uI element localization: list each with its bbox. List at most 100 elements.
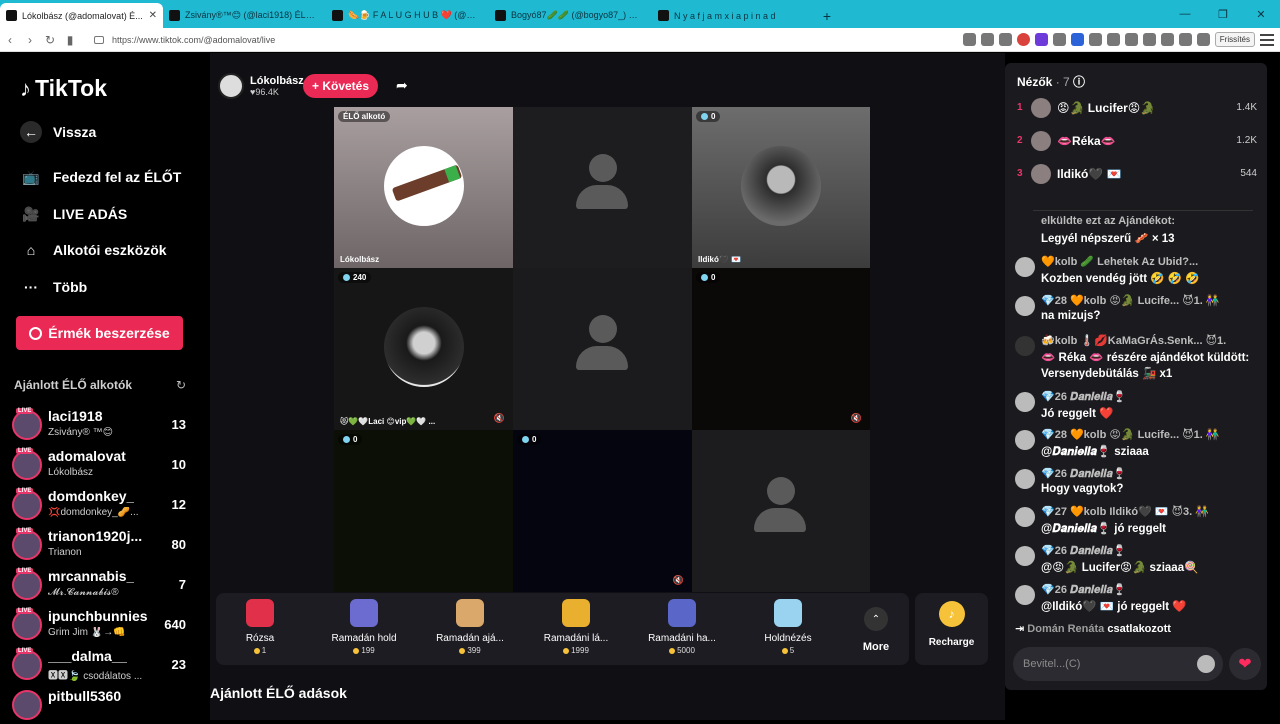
sidebar-item-more[interactable]: ··· Több [20,276,87,298]
avatar [12,490,42,520]
recommended-creator[interactable]: LIVE adomalovat Lókolbász 10 [12,448,192,484]
browser-tab[interactable]: 🌭🍺 F A L U G H U B ❤️ (@gabor [326,3,489,28]
info-icon[interactable]: ⓘ [1073,75,1085,89]
wallet-icon[interactable] [1196,33,1210,46]
guest-slot[interactable]: 0 Ildikó🖤 💌 [692,107,870,268]
back-link[interactable]: ← Vissza [20,121,96,143]
sausage-image [391,163,462,202]
close-icon[interactable]: ✕ [149,10,157,21]
mic-muted-icon: 🔇 [672,575,684,585]
minimize-icon[interactable]: — [1166,0,1204,28]
refresh-button[interactable]: Frissítés [1214,32,1255,47]
avatar [1015,469,1035,489]
close-window-icon[interactable]: ✕ [1242,0,1280,28]
palace-icon [668,599,696,627]
back-arrow-icon[interactable]: ‹ [0,33,20,47]
telescope-icon [774,599,802,627]
gift-item[interactable]: Ramadáni ha... 5000 [642,599,722,655]
extension-icon[interactable] [1052,33,1066,46]
guest-slot[interactable] [692,430,870,592]
sidebar-item-explore-live[interactable]: 📺 Fedezd fel az ÉLŐT [20,166,181,188]
host-info[interactable]: Lókolbász ♥96.4K [218,73,304,99]
tiktok-favicon-icon [332,10,343,21]
guest-slot[interactable]: 0 [334,430,513,592]
guest-slot[interactable]: 0 🔇 [513,430,692,592]
forward-arrow-icon[interactable]: › [20,33,40,47]
extension-icon[interactable] [1088,33,1102,46]
emoji-icon[interactable] [1197,655,1215,673]
extension-icon[interactable] [962,33,976,46]
gift-count-badge: 0 [696,272,721,283]
recommended-creator[interactable]: LIVE trianon1920j... Trianon 80 [12,528,192,564]
avatar [1031,98,1051,118]
more-gifts-button[interactable]: ⌃ More [856,607,896,653]
puzzle-icon[interactable] [1142,33,1156,46]
tiktok-favicon-icon [169,10,180,21]
new-tab-button[interactable]: + [815,3,839,28]
gift-bar: Rózsa 1 Ramadán hold 199 Ramadán ajá... 399… [216,593,909,665]
recommended-creator[interactable]: LIVE mrcannabis_ 𝓜𝓻.𝓒𝓪𝓷𝓷𝓪𝓫𝓲𝓼® 7 [12,568,192,604]
sidebar-item-live-studio[interactable]: 🎥 LIVE ADÁS [20,203,127,225]
guest-slot[interactable]: 0 🔇 [692,268,870,430]
recommended-creator[interactable]: LIVE laci1918 Zsivány® ™😊 13 [12,408,192,444]
viewer-row[interactable]: 2 👄Réka👄 1.2K [1017,131,1257,153]
avatar [1015,296,1035,316]
home-icon: ⌂ [26,242,36,258]
recommended-creator[interactable]: LIVE ___dalma__ 🆇🆇🍃 csodálatos ... 23 [12,648,192,684]
gift-item[interactable]: Ramadáni lá... 1999 [536,599,616,655]
guest-slot[interactable]: 240 😻💚🤍Laci 😊vip💚🤍 ... 🔇 [334,268,513,430]
host-likes: ♥96.4K [250,87,279,97]
refresh-icon[interactable]: ↻ [176,378,186,392]
follow-button[interactable]: + Követés [303,74,378,98]
sidebar-icon[interactable] [1178,33,1192,46]
gift-icon [1015,336,1035,356]
creator-badge: ÉLŐ alkotó [338,111,391,122]
like-heart-button[interactable]: ❤ [1229,648,1261,680]
gift-item[interactable]: Rózsa 1 [220,599,300,655]
gift-item[interactable]: Ramadán hold 199 [324,599,404,655]
chat-input[interactable]: Bevitel...(C) [1013,647,1223,681]
viewer-row[interactable]: 1 😡🐊 Lucifer😡🐊 1.4K [1017,98,1257,120]
gift-count-badge: 240 [338,272,372,283]
site-info-icon[interactable] [94,35,104,44]
extension-icon[interactable] [1124,33,1138,46]
extension-icon[interactable] [1106,33,1120,46]
tiktok-logo[interactable]: ♪ TikTok [20,75,107,102]
multi-guest-grid: ÉLŐ alkotó Lókolbász 0 Ildikó🖤 💌 240 😻💚🤍… [334,107,870,592]
menu-icon[interactable] [1260,33,1274,46]
get-coins-button[interactable]: Érmék beszerzése [16,316,183,350]
gift-item[interactable]: Ramadán ajá... 399 [430,599,510,655]
zoom-icon[interactable] [980,33,994,46]
reload-icon[interactable]: ↻ [40,33,60,47]
url-field[interactable]: https://www.tiktok.com/@adomalovat/live [94,35,275,45]
guest-slot[interactable] [513,268,692,430]
live-stream-area: Lókolbász ♥96.4K + Követés ➦ ÉLŐ alkotó … [210,53,1005,720]
recommended-creator[interactable]: pitbull5360 [12,688,192,724]
brave-shield-icon[interactable] [1016,33,1030,46]
music-icon[interactable] [1160,33,1174,46]
maximize-icon[interactable]: ❐ [1204,0,1242,28]
avatar [12,570,42,600]
browser-tab[interactable]: Zsivány®™😊 (@laci1918) ÉLŐ adás [163,3,326,28]
recommended-creator[interactable]: LIVE ipunchbunnies Grim Jim 🐰→👊 640 [12,608,192,644]
divider [1033,210,1253,211]
tiktok-live-page: ♪ TikTok ← Vissza 📺 Fedezd fel az ÉLŐT 🎥 LIV… [0,53,1280,720]
guest-slot[interactable]: ÉLŐ alkotó Lókolbász [334,107,513,268]
recharge-button[interactable]: ♪ Recharge [915,593,988,665]
browser-tab[interactable]: Bogyó87🥒🥒 (@bogyo87_) ÉLŐ [489,3,652,28]
translate-icon[interactable] [1070,33,1084,46]
browser-tab[interactable]: Lókolbász (@adomalovat) É... ✕ [0,3,163,28]
avatar [12,410,42,440]
viewer-row[interactable]: 3 Ildikó🖤 💌 544 [1017,164,1257,186]
share-icon[interactable]: ➦ [396,77,408,94]
rewards-icon[interactable] [1034,33,1048,46]
gift-item[interactable]: Holdnézés 5 [748,599,828,655]
person-placeholder-icon [754,477,808,532]
bookmark-icon[interactable]: ▮ [60,33,80,47]
share-icon[interactable] [998,33,1012,46]
recommended-creator[interactable]: LIVE domdonkey_ 💢domdonkey_🥜... 12 [12,488,192,524]
tiktok-note-icon: ♪ [20,75,31,101]
browser-tab[interactable]: N y a f j a m x i a p i n a d [652,3,815,28]
guest-slot[interactable] [513,107,692,268]
sidebar-item-creator-tools[interactable]: ⌂ Alkotói eszközök [20,239,167,261]
